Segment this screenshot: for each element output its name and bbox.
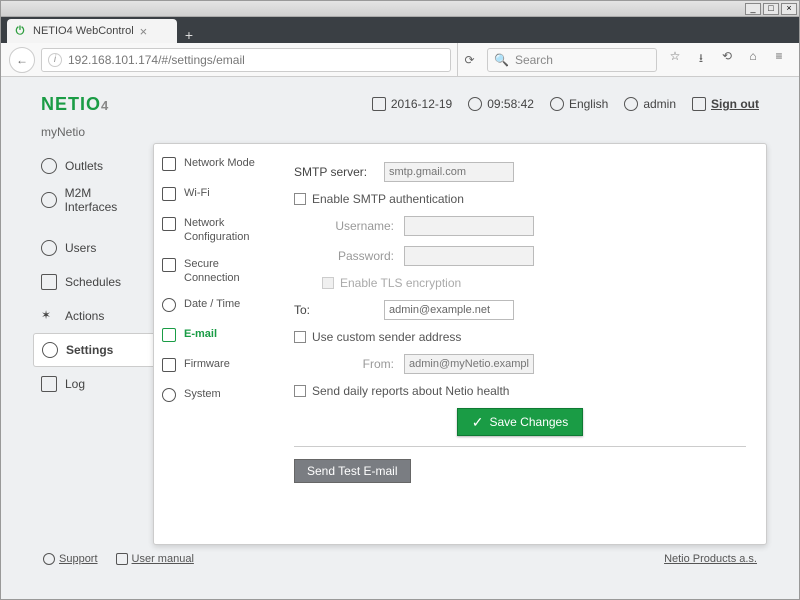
calendar-icon (372, 97, 386, 111)
network-mode-icon (162, 157, 176, 171)
schedule-icon (41, 274, 57, 290)
refresh-button[interactable]: ⟳ (457, 43, 481, 76)
users-icon (41, 240, 57, 256)
wifi-icon (162, 187, 176, 201)
enable-tls-checkbox (322, 277, 334, 289)
browser-toolbar: ← i 192.168.101.174/#/settings/email ⟳ 🔍… (1, 43, 799, 77)
nav-settings[interactable]: Settings (33, 333, 153, 367)
url-text: 192.168.101.174/#/settings/email (68, 53, 245, 67)
new-tab-button[interactable]: + (177, 27, 201, 43)
doc-icon (116, 553, 128, 565)
m2m-icon (41, 192, 57, 208)
support-link[interactable]: Support (43, 553, 98, 565)
search-placeholder: Search (515, 53, 553, 67)
nav-m2m[interactable]: M2M Interfaces (33, 183, 153, 217)
search-icon: 🔍 (494, 53, 509, 67)
user-icon (624, 97, 638, 111)
os-close-button[interactable]: × (781, 3, 797, 15)
password-label: Password: (294, 249, 404, 263)
outlet-icon (41, 158, 57, 174)
username-input[interactable] (404, 216, 534, 236)
tab-close-icon[interactable]: × (140, 24, 148, 39)
check-icon: ✓ (472, 414, 484, 431)
nav-actions[interactable]: ✶Actions (33, 299, 153, 333)
to-input[interactable] (384, 300, 514, 320)
lock-icon (162, 258, 176, 272)
settings-subnav: Network Mode Wi-Fi Network Configuration… (154, 144, 274, 544)
firmware-icon (162, 358, 176, 372)
os-maximize-button[interactable]: □ (763, 3, 779, 15)
history-icon[interactable]: ⟲ (719, 49, 735, 70)
back-button[interactable]: ← (9, 47, 35, 73)
system-icon (162, 388, 176, 402)
header-language[interactable]: English (550, 97, 608, 111)
enable-smtp-auth-label: Enable SMTP authentication (312, 192, 464, 206)
primary-nav: Outlets M2M Interfaces Users Schedules ✶… (33, 143, 153, 545)
gear-icon (42, 342, 58, 358)
daily-reports-checkbox[interactable] (294, 385, 306, 397)
enable-smtp-auth-checkbox[interactable] (294, 193, 306, 205)
log-icon (41, 376, 57, 392)
divider (294, 446, 746, 447)
from-label: From: (294, 357, 404, 371)
os-minimize-button[interactable]: _ (745, 3, 761, 15)
company-link[interactable]: Netio Products a.s. (664, 553, 757, 565)
from-input[interactable] (404, 354, 534, 374)
header-user[interactable]: admin (624, 97, 676, 111)
custom-sender-label: Use custom sender address (312, 330, 461, 344)
home-icon[interactable]: ⌂ (745, 49, 761, 70)
password-input[interactable] (404, 246, 534, 266)
browser-tab-active[interactable]: ⏻ NETIO4 WebControl × (7, 19, 177, 43)
subnav-network-mode[interactable]: Network Mode (154, 150, 273, 180)
smtp-server-label: SMTP server: (294, 165, 384, 179)
to-label: To: (294, 303, 384, 317)
menu-icon[interactable]: ≡ (771, 49, 787, 70)
custom-sender-checkbox[interactable] (294, 331, 306, 343)
subnav-datetime[interactable]: Date / Time (154, 291, 273, 321)
downloads-icon[interactable]: ⭳ (693, 49, 709, 70)
email-icon (162, 328, 176, 342)
save-changes-button[interactable]: ✓ Save Changes (457, 408, 583, 436)
smtp-server-input[interactable] (384, 162, 514, 182)
clock-icon (468, 97, 482, 111)
header-time: 09:58:42 (468, 97, 534, 111)
subnav-system[interactable]: System (154, 381, 273, 411)
info-icon: i (48, 53, 62, 67)
os-titlebar: _ □ × (1, 1, 799, 17)
page-footer: Support User manual Netio Products a.s. (33, 547, 767, 571)
subnav-wifi[interactable]: Wi-Fi (154, 180, 273, 210)
network-config-icon (162, 217, 176, 231)
nav-schedules[interactable]: Schedules (33, 265, 153, 299)
app-header: NETIO4 2016-12-19 09:58:42 English admin… (33, 77, 767, 131)
browser-tabstrip: ⏻ NETIO4 WebControl × + (1, 17, 799, 43)
globe-icon (550, 97, 564, 111)
username-label: Username: (294, 219, 404, 233)
daily-reports-label: Send daily reports about Netio health (312, 384, 509, 398)
email-settings-form: SMTP server: Enable SMTP authentication … (274, 144, 766, 544)
bookmark-icon[interactable]: ☆ (667, 49, 683, 70)
nav-outlets[interactable]: Outlets (33, 149, 153, 183)
nav-log[interactable]: Log (33, 367, 153, 401)
logo: NETIO4 (41, 94, 109, 115)
header-date: 2016-12-19 (372, 97, 452, 111)
clock2-icon (162, 298, 176, 312)
power-icon: ⏻ (13, 24, 27, 38)
nav-users[interactable]: Users (33, 231, 153, 265)
tab-title: NETIO4 WebControl (33, 25, 134, 37)
enable-tls-label: Enable TLS encryption (340, 276, 461, 290)
device-name: myNetio (33, 125, 767, 139)
subnav-secure-connection[interactable]: Secure Connection (154, 251, 273, 292)
actions-icon: ✶ (41, 308, 57, 324)
address-bar[interactable]: i 192.168.101.174/#/settings/email (41, 48, 451, 72)
subnav-firmware[interactable]: Firmware (154, 351, 273, 381)
help-icon (43, 553, 55, 565)
signout-icon (692, 97, 706, 111)
signout-link[interactable]: Sign out (692, 97, 759, 111)
subnav-network-config[interactable]: Network Configuration (154, 210, 273, 251)
subnav-email[interactable]: E-mail (154, 321, 273, 351)
user-manual-link[interactable]: User manual (116, 553, 194, 565)
send-test-email-button[interactable]: Send Test E-mail (294, 459, 411, 483)
search-box[interactable]: 🔍 Search (487, 48, 657, 72)
